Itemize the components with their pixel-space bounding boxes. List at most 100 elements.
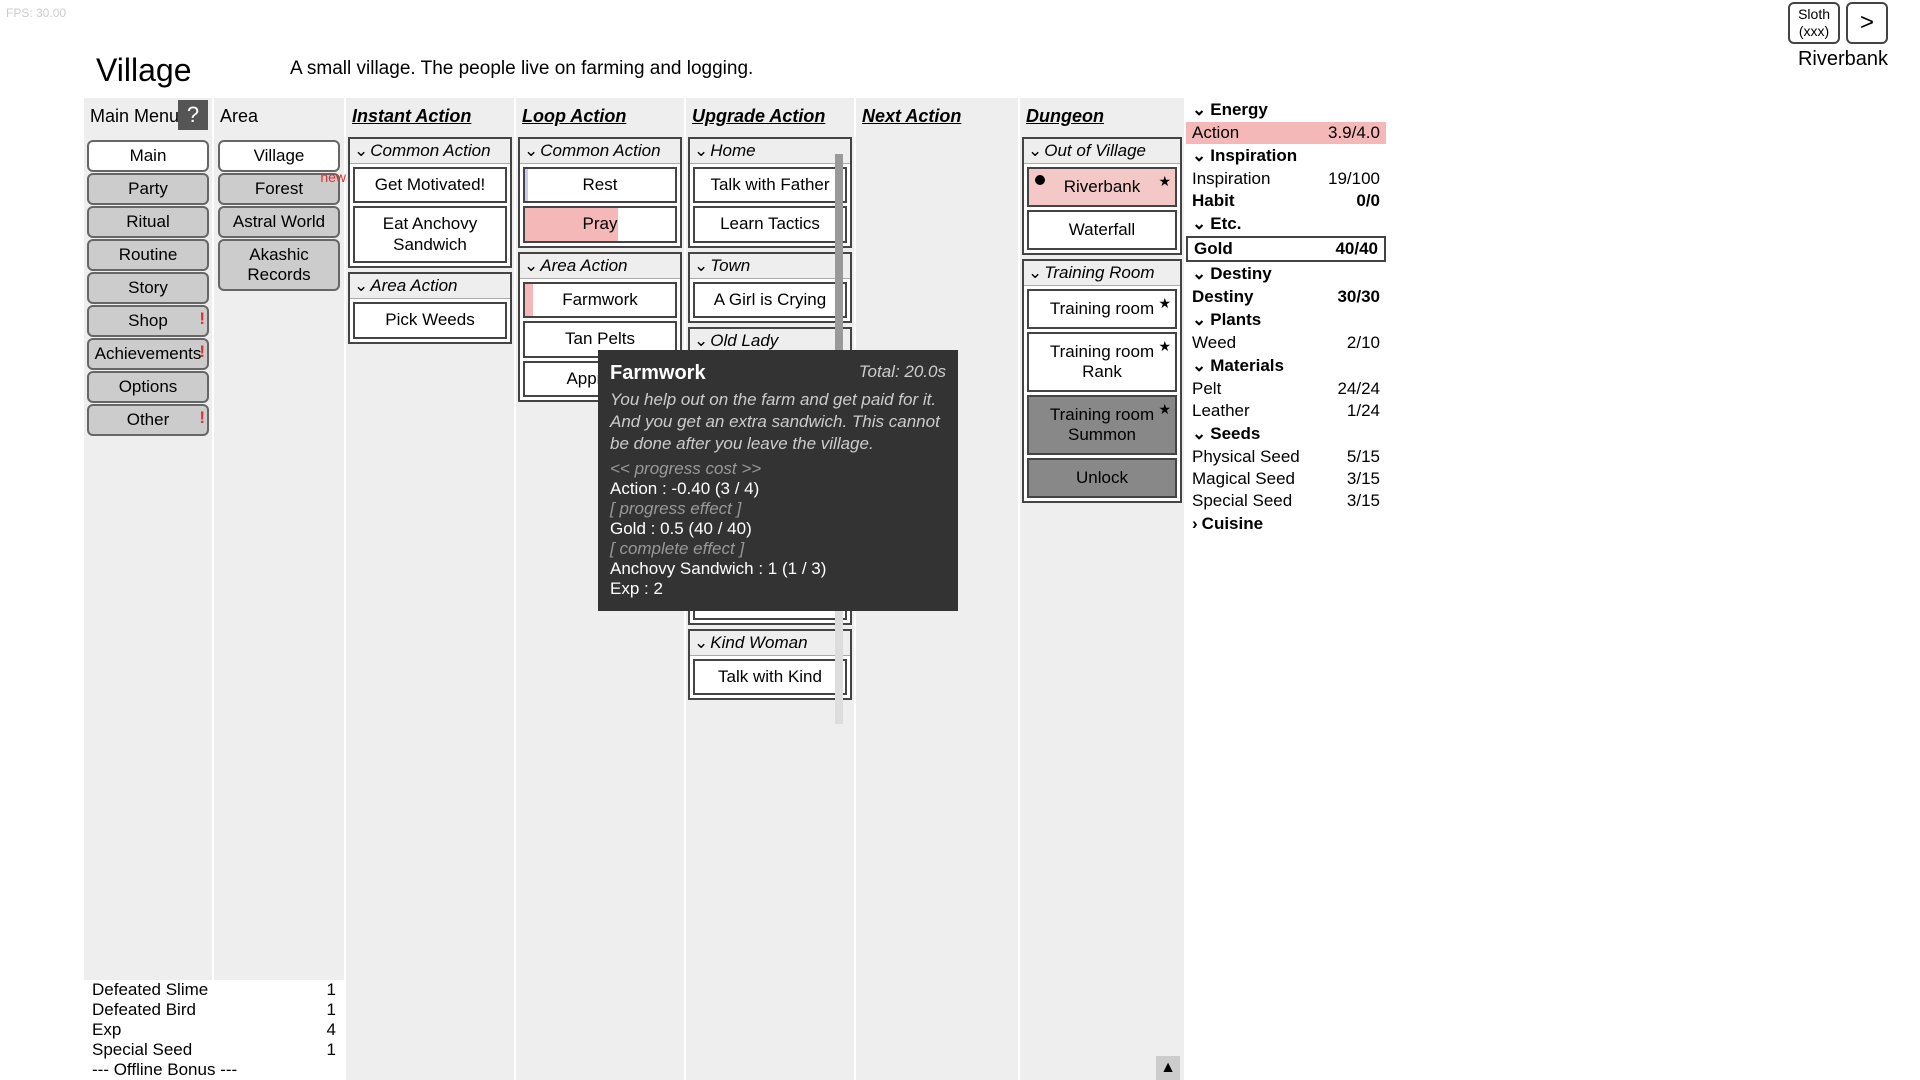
tooltip-complete-header: [ complete effect ] (610, 539, 946, 559)
stat-special-seed: Special Seed3/15 (1186, 490, 1386, 512)
next-button[interactable]: > (1846, 2, 1888, 44)
res-materials-header[interactable]: ⌄Materials (1186, 354, 1386, 378)
action-pray[interactable]: Pray (523, 206, 677, 242)
res-etc-header[interactable]: ⌄Etc. (1186, 212, 1386, 236)
area-akashic[interactable]: Akashic Records (218, 239, 340, 291)
chevron-down-icon: ⌄ (1192, 100, 1206, 119)
chevron-down-icon: ⌄ (1192, 356, 1206, 375)
group-header[interactable]: ⌄Area Action (350, 274, 510, 299)
group-header[interactable]: ⌄Common Action (520, 139, 680, 164)
star-icon: ★ (1158, 295, 1171, 312)
tooltip-cost-header: << progress cost >> (610, 459, 946, 479)
dungeon-training-rank[interactable]: Training room Rank★ (1027, 332, 1177, 392)
radio-icon (1035, 175, 1045, 185)
menu-shop[interactable]: Shop! (87, 305, 209, 337)
menu-other[interactable]: Other! (87, 404, 209, 436)
action-talk-father[interactable]: Talk with Father (693, 167, 847, 203)
chevron-down-icon: ⌄ (1192, 310, 1206, 329)
stat-inspiration: Inspiration19/100 (1186, 168, 1386, 190)
tooltip-total: Total: 20.0s (859, 362, 946, 382)
dungeon-unlock[interactable]: Unlock (1027, 458, 1177, 498)
menu-story[interactable]: Story (87, 272, 209, 304)
stat-weed: Weed2/10 (1186, 332, 1386, 354)
area-forest[interactable]: Forestnew (218, 173, 340, 205)
current-location: Riverbank (1798, 48, 1888, 71)
menu-ritual[interactable]: Ritual (87, 206, 209, 238)
loop-header: Loop Action (516, 98, 684, 135)
area-astral[interactable]: Astral World (218, 206, 340, 238)
group-header[interactable]: ⌄Home (690, 139, 850, 164)
group-header[interactable]: ⌄Training Room (1024, 261, 1180, 286)
chevron-down-icon: ⌄ (1192, 146, 1206, 165)
menu-main[interactable]: Main (87, 140, 209, 172)
menu-achievements[interactable]: Achievements! (87, 338, 209, 370)
action-rest[interactable]: Rest (523, 167, 677, 203)
res-inspiration-header[interactable]: ⌄Inspiration (1186, 144, 1386, 168)
scroll-up-button[interactable]: ▲ (1156, 1056, 1180, 1080)
group-header[interactable]: ⌄Kind Woman (690, 631, 850, 656)
tooltip-complete-line2: Exp : 2 (610, 579, 946, 599)
dungeon-header: Dungeon (1020, 98, 1184, 135)
tooltip-desc: You help out on the farm and get paid fo… (610, 389, 946, 455)
next-header: Next Action (856, 98, 1018, 135)
menu-options[interactable]: Options (87, 371, 209, 403)
menu-routine[interactable]: Routine (87, 239, 209, 271)
action-farmwork[interactable]: Farmwork (523, 282, 677, 318)
progress-fill (525, 284, 533, 316)
area-title: Village (96, 52, 191, 89)
dungeon-training-room[interactable]: Training room★ (1027, 289, 1177, 329)
area-village[interactable]: Village (218, 140, 340, 172)
alert-icon: ! (199, 408, 205, 428)
chevron-down-icon: ⌄ (1028, 263, 1042, 282)
instant-header: Instant Action (346, 98, 514, 135)
action-eat-sandwich[interactable]: Eat Anchovy Sandwich (353, 206, 507, 263)
action-talk-kind[interactable]: Talk with Kind (693, 659, 847, 695)
chevron-down-icon: ⌄ (694, 256, 708, 275)
progress-fill (525, 169, 528, 201)
sloth-line1: Sloth (1798, 6, 1830, 23)
upgrade-header: Upgrade Action (686, 98, 854, 135)
res-seeds-header[interactable]: ⌄Seeds (1186, 422, 1386, 446)
chevron-down-icon: ⌄ (694, 633, 708, 652)
chevron-right-icon: › (1192, 514, 1198, 533)
star-icon: ★ (1158, 338, 1171, 355)
group-header[interactable]: ⌄Town (690, 254, 850, 279)
action-get-motivated[interactable]: Get Motivated! (353, 167, 507, 203)
star-icon: ★ (1158, 401, 1171, 418)
chevron-down-icon: ⌄ (524, 141, 538, 160)
dungeon-waterfall[interactable]: Waterfall (1027, 210, 1177, 250)
stat-magical-seed: Magical Seed3/15 (1186, 468, 1386, 490)
chevron-down-icon: ⌄ (694, 331, 708, 350)
group-header[interactable]: ⌄Common Action (350, 139, 510, 164)
res-energy-header[interactable]: ⌄Energy (1186, 98, 1386, 122)
log-panel: Defeated Slime1 Defeated Bird1 Exp4 Spec… (84, 980, 344, 1080)
menu-party[interactable]: Party (87, 173, 209, 205)
star-icon: ★ (1158, 173, 1171, 190)
dungeon-out-group: ⌄Out of Village Riverbank★ Waterfall (1022, 137, 1182, 255)
instant-area-group: ⌄Area Action Pick Weeds (348, 272, 512, 343)
stat-pelt: Pelt24/24 (1186, 378, 1386, 400)
res-destiny-header[interactable]: ⌄Destiny (1186, 262, 1386, 286)
chevron-down-icon: ⌄ (1192, 264, 1206, 283)
chevron-down-icon: ⌄ (1192, 424, 1206, 443)
dungeon-training-summon[interactable]: Training room Summon★ (1027, 395, 1177, 455)
group-header[interactable]: ⌄Out of Village (1024, 139, 1180, 164)
stat-gold: Gold40/40 (1186, 236, 1386, 262)
res-plants-header[interactable]: ⌄Plants (1186, 308, 1386, 332)
stat-destiny: Destiny30/30 (1186, 286, 1386, 308)
stat-physical-seed: Physical Seed5/15 (1186, 446, 1386, 468)
help-button[interactable]: ? (178, 100, 208, 130)
tooltip-progress-header: [ progress effect ] (610, 499, 946, 519)
res-cuisine-header[interactable]: ›Cuisine (1186, 512, 1386, 536)
main-menu-column: Main Menu Main Party Ritual Routine Stor… (84, 98, 212, 1080)
instant-common-group: ⌄Common Action Get Motivated! Eat Anchov… (348, 137, 512, 268)
group-header[interactable]: ⌄Area Action (520, 254, 680, 279)
action-learn-tactics[interactable]: Learn Tactics (693, 206, 847, 242)
action-pick-weeds[interactable]: Pick Weeds (353, 302, 507, 338)
action-girl-crying[interactable]: A Girl is Crying (693, 282, 847, 318)
tooltip-progress-line: Gold : 0.5 (40 / 40) (610, 519, 946, 539)
dungeon-riverbank[interactable]: Riverbank★ (1027, 167, 1177, 207)
alert-icon: ! (199, 309, 205, 329)
chevron-down-icon: ⌄ (1192, 214, 1206, 233)
tooltip-cost-line: Action : -0.40 (3 / 4) (610, 479, 946, 499)
